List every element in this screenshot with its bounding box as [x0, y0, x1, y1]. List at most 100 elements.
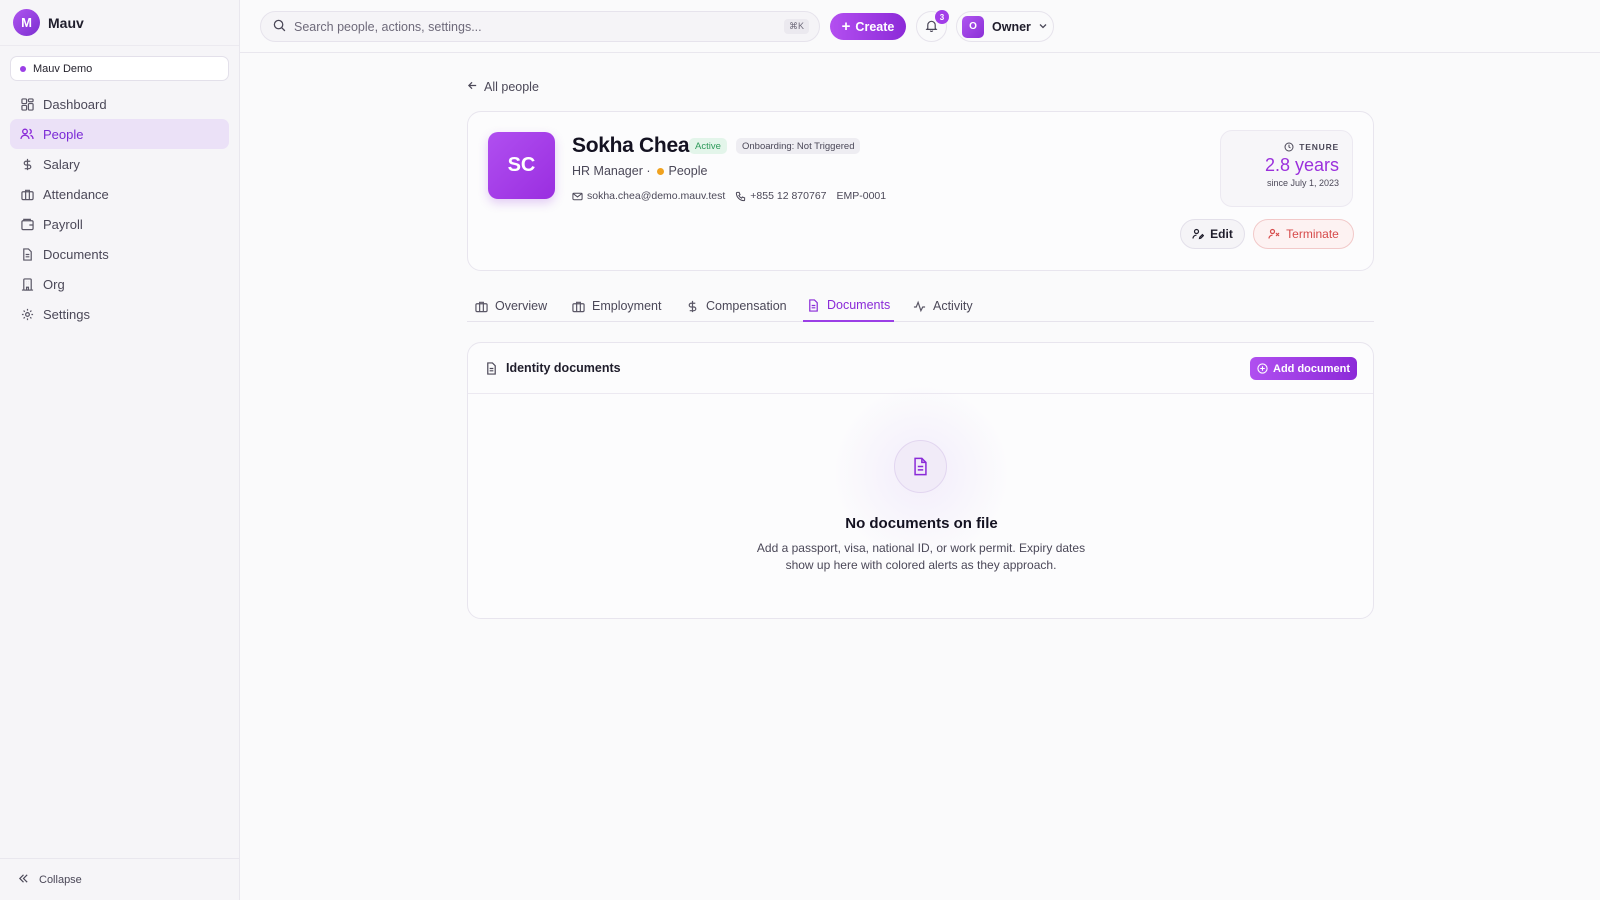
grid-icon	[20, 97, 34, 111]
search-icon	[273, 19, 286, 35]
mail-icon	[572, 191, 583, 202]
sidebar: M Mauv Mauv Demo Dashboard People Salary…	[0, 0, 240, 900]
profile-card: SC Sokha Chea Active Onboarding: Not Tri…	[467, 111, 1374, 271]
documents-card: Identity documents Add document No docum…	[467, 342, 1374, 619]
chevron-down-icon	[1038, 19, 1048, 34]
user-menu[interactable]: O Owner	[956, 11, 1054, 42]
sidebar-nav: Dashboard People Salary Attendance Payro…	[0, 89, 239, 329]
clock-icon	[1284, 142, 1294, 152]
tenure-value: 2.8 years	[1264, 155, 1339, 175]
employee-name: Sokha Chea	[572, 134, 690, 157]
documents-section-title: Identity documents	[506, 361, 621, 375]
tenure-since: since July 1, 2023	[1266, 178, 1339, 188]
file-icon	[807, 298, 820, 312]
workspace-dot	[20, 65, 26, 72]
users-icon	[20, 127, 34, 141]
tenure-label: TENURE	[1299, 142, 1339, 152]
dollar-icon	[20, 157, 34, 171]
search-bar[interactable]: ⌘K	[260, 11, 820, 42]
activity-icon	[913, 300, 926, 313]
file-icon	[20, 247, 34, 261]
briefcase-icon	[475, 300, 488, 313]
collapse-label: Collapse	[39, 873, 82, 886]
sidebar-item-label: Payroll	[43, 216, 83, 232]
brand-name: Mauv	[48, 14, 84, 31]
dollar-icon	[686, 300, 699, 313]
avatar: SC	[488, 132, 555, 199]
chevrons-left-icon	[18, 873, 29, 887]
sidebar-item-settings[interactable]: Settings	[10, 299, 229, 329]
phone-icon	[735, 191, 746, 202]
status-badge: Active	[689, 138, 727, 154]
notification-count-badge: 3	[935, 10, 949, 24]
employee-role-line: HR Manager · People	[572, 164, 707, 178]
empty-state-title: No documents on file	[845, 515, 998, 532]
employee-phone[interactable]: +855 12 870767	[750, 190, 826, 202]
sidebar-item-label: Dashboard	[43, 96, 107, 112]
tab-label: Compensation	[706, 299, 787, 313]
topbar: ⌘K + Create 3 O Owner	[240, 0, 1600, 53]
tab-activity[interactable]: Activity	[909, 290, 977, 322]
briefcase-icon	[20, 187, 34, 201]
tab-label: Activity	[933, 299, 973, 313]
plus-icon: +	[841, 18, 851, 35]
brand[interactable]: M Mauv	[0, 0, 239, 46]
brand-logo: M	[13, 9, 40, 36]
employee-id: EMP-0001	[836, 190, 887, 202]
back-link[interactable]: All people	[467, 80, 539, 94]
sidebar-item-salary[interactable]: Salary	[10, 149, 229, 179]
sidebar-item-dashboard[interactable]: Dashboard	[10, 89, 229, 119]
add-document-label: Add document	[1273, 362, 1350, 375]
sidebar-item-label: Documents	[43, 246, 109, 262]
sidebar-item-documents[interactable]: Documents	[10, 239, 229, 269]
tab-label: Overview	[495, 299, 548, 313]
gear-icon	[20, 307, 34, 321]
sidebar-item-org[interactable]: Org	[10, 269, 229, 299]
search-shortcut: ⌘K	[783, 19, 809, 34]
onboarding-badge: Onboarding: Not Triggered	[736, 138, 861, 154]
sidebar-item-attendance[interactable]: Attendance	[10, 179, 229, 209]
building-icon	[20, 277, 34, 291]
briefcase-icon	[572, 300, 585, 313]
avatar: O	[962, 15, 984, 38]
sidebar-item-people[interactable]: People	[10, 119, 229, 149]
department-dot	[656, 167, 664, 175]
employee-role: HR Manager ·	[572, 164, 651, 178]
user-x-icon	[1268, 228, 1280, 240]
profile-tabs: Overview Employment Compensation Documen…	[467, 290, 1374, 322]
workspace-name: Mauv Demo	[33, 62, 93, 75]
user-role: Owner	[992, 19, 1031, 34]
terminate-label: Terminate	[1286, 227, 1339, 241]
tab-documents[interactable]: Documents	[803, 290, 895, 322]
edit-button[interactable]: Edit	[1180, 219, 1245, 249]
add-document-button[interactable]: Add document	[1250, 357, 1357, 380]
create-button[interactable]: + Create	[830, 13, 906, 40]
employee-email[interactable]: sokha.chea@demo.mauv.test	[587, 190, 725, 202]
sidebar-item-label: Attendance	[43, 186, 109, 202]
search-input[interactable]	[294, 19, 764, 34]
sidebar-item-label: Org	[43, 276, 65, 292]
employee-contact: sokha.chea@demo.mauv.test +855 12 870767…	[572, 190, 886, 202]
tab-label: Documents	[827, 298, 891, 312]
back-link-label: All people	[484, 80, 539, 94]
sidebar-item-label: People	[43, 126, 84, 142]
plus-circle-icon	[1257, 363, 1268, 374]
workspace-switcher[interactable]: Mauv Demo	[10, 56, 229, 81]
arrow-left-icon	[467, 80, 478, 94]
collapse-button[interactable]: Collapse	[0, 858, 240, 900]
employee-department: People	[668, 164, 708, 178]
sidebar-item-label: Settings	[43, 306, 90, 322]
sidebar-item-payroll[interactable]: Payroll	[10, 209, 229, 239]
file-icon	[485, 361, 498, 375]
notifications-button[interactable]: 3	[916, 10, 949, 42]
wallet-icon	[20, 217, 34, 231]
tenure-label-row: TENURE	[1221, 142, 1339, 152]
tab-compensation[interactable]: Compensation	[682, 290, 791, 322]
edit-label: Edit	[1210, 227, 1233, 241]
tab-label: Employment	[592, 299, 662, 313]
empty-state-text: Add a passport, visa, national ID, or wo…	[756, 541, 1086, 572]
terminate-button[interactable]: Terminate	[1253, 219, 1354, 249]
tab-overview[interactable]: Overview	[471, 290, 551, 322]
tab-employment[interactable]: Employment	[568, 290, 665, 322]
user-pen-icon	[1192, 228, 1205, 240]
